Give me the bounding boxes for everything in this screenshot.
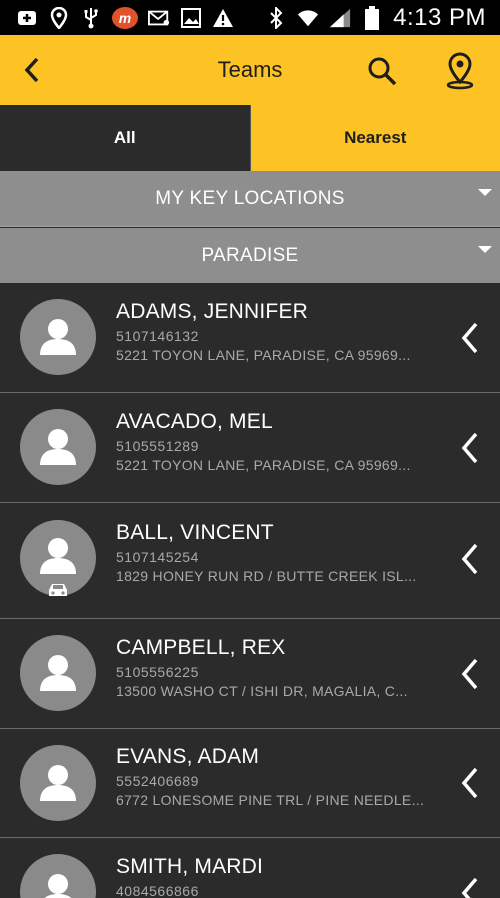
contact-phone: 5552406689 [116, 773, 199, 789]
chevron-left-icon [458, 430, 482, 466]
warning-icon [212, 7, 234, 29]
image-icon [180, 7, 202, 29]
contact-phone: 5105556225 [116, 664, 199, 680]
contact-row[interactable]: SMITH, MARDI 4084566866 [0, 838, 500, 898]
tab-all[interactable]: All [0, 105, 251, 171]
chevron-left-icon [458, 875, 482, 898]
contact-phone: 5107145254 [116, 549, 199, 565]
avatar-icon [20, 745, 96, 821]
chevron-left-icon [458, 541, 482, 577]
add-box-icon [16, 7, 38, 29]
page-title: Teams [0, 35, 500, 105]
tab-bar: All Nearest [0, 105, 500, 171]
search-icon[interactable] [366, 55, 398, 87]
contact-phone: 5105551289 [116, 438, 199, 454]
status-bar: m 4:13 PM [0, 0, 500, 35]
mail-icon [148, 7, 170, 29]
key-locations-dropdown[interactable]: MY KEY LOCATIONS [0, 171, 500, 227]
tab-nearest[interactable]: Nearest [251, 105, 500, 171]
contact-row[interactable]: AVACADO, MEL 5105551289 5221 TOYON LANE,… [0, 393, 500, 503]
key-locations-label: MY KEY LOCATIONS [155, 188, 345, 210]
avatar-icon [20, 409, 96, 485]
location-icon [48, 7, 70, 29]
contact-row[interactable]: CAMPBELL, REX 5105556225 13500 WASHO CT … [0, 619, 500, 729]
avatar-icon [20, 854, 96, 898]
status-time: 4:13 PM [393, 4, 486, 32]
chevron-left-icon [458, 765, 482, 801]
contact-phone: 4084566866 [116, 883, 199, 898]
wifi-icon [297, 7, 319, 29]
contact-address: 13500 WASHO CT / ISHI DR, MAGALIA, C... [116, 683, 408, 699]
contact-name: BALL, VINCENT [116, 521, 274, 545]
location-label: PARADISE [201, 245, 298, 267]
chevron-left-icon [458, 656, 482, 692]
chevron-left-icon [458, 320, 482, 356]
avatar-icon [20, 299, 96, 375]
contact-address: 6772 LONESOME PINE TRL / PINE NEEDLE... [116, 792, 424, 808]
usb-icon [80, 7, 102, 29]
signal-icon [329, 7, 351, 29]
contact-name: EVANS, ADAM [116, 745, 259, 769]
contact-phone: 5107146132 [116, 328, 199, 344]
contact-row[interactable]: ADAMS, JENNIFER 5107146132 5221 TOYON LA… [0, 284, 500, 393]
m-app-icon: m [112, 7, 138, 29]
contact-row[interactable]: BALL, VINCENT 5107145254 1829 HONEY RUN … [0, 503, 500, 619]
map-pin-icon[interactable] [444, 52, 476, 90]
contact-row[interactable]: EVANS, ADAM 5552406689 6772 LONESOME PIN… [0, 729, 500, 838]
contact-name: ADAMS, JENNIFER [116, 300, 308, 324]
contact-address: 5221 TOYON LANE, PARADISE, CA 95969... [116, 347, 411, 363]
car-icon [46, 582, 70, 598]
bluetooth-icon [265, 7, 287, 29]
app-header: Teams [0, 35, 500, 105]
dropdown-arrow-icon [478, 246, 492, 253]
contact-address: 1829 HONEY RUN RD / BUTTE CREEK ISL... [116, 568, 417, 584]
avatar-icon [20, 635, 96, 711]
battery-icon [361, 7, 383, 29]
contact-name: SMITH, MARDI [116, 855, 263, 879]
dropdown-arrow-icon [478, 189, 492, 196]
contact-name: CAMPBELL, REX [116, 636, 286, 660]
contact-list: ADAMS, JENNIFER 5107146132 5221 TOYON LA… [0, 284, 500, 898]
contact-name: AVACADO, MEL [116, 410, 273, 434]
location-dropdown[interactable]: PARADISE [0, 228, 500, 283]
contact-address: 5221 TOYON LANE, PARADISE, CA 95969... [116, 457, 411, 473]
